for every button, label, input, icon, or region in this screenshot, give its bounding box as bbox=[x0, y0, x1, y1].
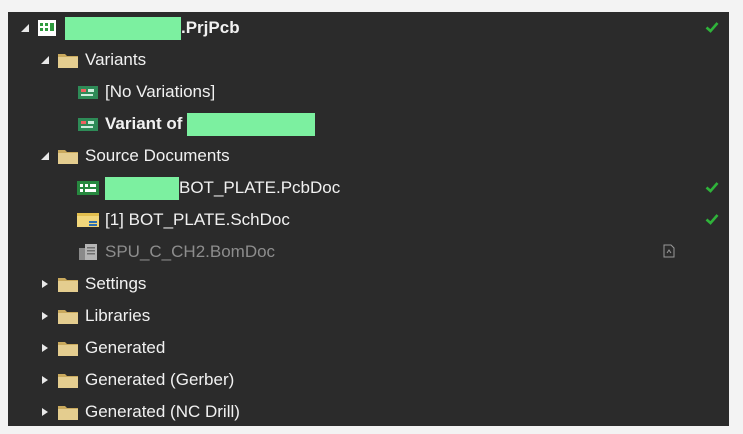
tree-label-pcbdoc: BOT_PLATE.PcbDoc bbox=[179, 178, 341, 197]
expand-arrow-icon[interactable] bbox=[18, 21, 32, 35]
tree-node-libraries[interactable]: Libraries bbox=[8, 300, 729, 332]
tree-label-libraries: Libraries bbox=[85, 306, 151, 325]
folder-icon bbox=[56, 338, 80, 358]
tree-node-project[interactable]: .PrjPcb bbox=[8, 12, 729, 44]
tree-label-generated: Generated bbox=[85, 338, 166, 357]
document-status-icon bbox=[660, 242, 678, 260]
tree-label-schdoc: [1] BOT_PLATE.SchDoc bbox=[105, 210, 290, 229]
panel-left-border bbox=[0, 0, 8, 434]
tree-label-no-variations: [No Variations] bbox=[105, 82, 216, 101]
collapse-arrow-icon[interactable] bbox=[38, 405, 52, 419]
tree-node-generated-gerber[interactable]: Generated (Gerber) bbox=[8, 364, 729, 396]
redacted-pcb-prefix bbox=[105, 176, 179, 200]
tree-node-variant-of[interactable]: Variant of bbox=[8, 108, 729, 140]
tree-label-variants: Variants bbox=[85, 50, 147, 69]
panel-top-border bbox=[0, 0, 743, 12]
check-icon bbox=[703, 178, 721, 196]
redacted-variant-name bbox=[187, 112, 316, 136]
pcbdoc-icon bbox=[76, 178, 100, 198]
tree-node-generated-nc-drill[interactable]: Generated (NC Drill) bbox=[8, 396, 729, 428]
folder-icon bbox=[56, 306, 80, 326]
tree-node-source-documents[interactable]: Source Documents bbox=[8, 140, 729, 172]
pcb-variant-icon bbox=[76, 114, 100, 134]
tree-label-source-documents: Source Documents bbox=[85, 146, 230, 165]
schdoc-icon bbox=[76, 210, 100, 230]
tree-label-bomdoc: SPU_C_CH2.BomDoc bbox=[105, 242, 276, 261]
projects-panel: .PrjPcb Variants [No Variations] Variant… bbox=[0, 0, 743, 434]
tree-label-generated-gerber: Generated (Gerber) bbox=[85, 370, 235, 389]
tree-label-generated-nc-drill: Generated (NC Drill) bbox=[85, 402, 240, 421]
collapse-arrow-icon[interactable] bbox=[38, 277, 52, 291]
folder-icon bbox=[56, 402, 80, 422]
pcb-variant-icon bbox=[76, 82, 100, 102]
redacted-project-name bbox=[65, 16, 181, 40]
tree-node-generated[interactable]: Generated bbox=[8, 332, 729, 364]
collapse-arrow-icon[interactable] bbox=[38, 309, 52, 323]
tree-node-pcbdoc[interactable]: BOT_PLATE.PcbDoc bbox=[8, 172, 729, 204]
tree-label-variant-of: Variant of bbox=[105, 114, 183, 133]
collapse-arrow-icon[interactable] bbox=[38, 373, 52, 387]
project-icon bbox=[36, 18, 60, 38]
folder-icon bbox=[56, 274, 80, 294]
check-icon bbox=[703, 210, 721, 228]
project-tree: .PrjPcb Variants [No Variations] Variant… bbox=[8, 12, 729, 428]
check-icon bbox=[703, 18, 721, 36]
folder-icon bbox=[56, 50, 80, 70]
folder-icon bbox=[56, 146, 80, 166]
tree-node-schdoc[interactable]: [1] BOT_PLATE.SchDoc bbox=[8, 204, 729, 236]
tree-node-settings[interactable]: Settings bbox=[8, 268, 729, 300]
bomdoc-icon bbox=[76, 242, 100, 262]
tree-node-variants[interactable]: Variants bbox=[8, 44, 729, 76]
project-name-suffix: .PrjPcb bbox=[181, 18, 240, 37]
tree-node-bomdoc[interactable]: SPU_C_CH2.BomDoc bbox=[8, 236, 729, 268]
folder-icon bbox=[56, 370, 80, 390]
expand-arrow-icon[interactable] bbox=[38, 53, 52, 67]
collapse-arrow-icon[interactable] bbox=[38, 341, 52, 355]
tree-node-no-variations[interactable]: [No Variations] bbox=[8, 76, 729, 108]
tree-label-settings: Settings bbox=[85, 274, 147, 293]
expand-arrow-icon[interactable] bbox=[38, 149, 52, 163]
panel-right-border bbox=[729, 0, 743, 434]
